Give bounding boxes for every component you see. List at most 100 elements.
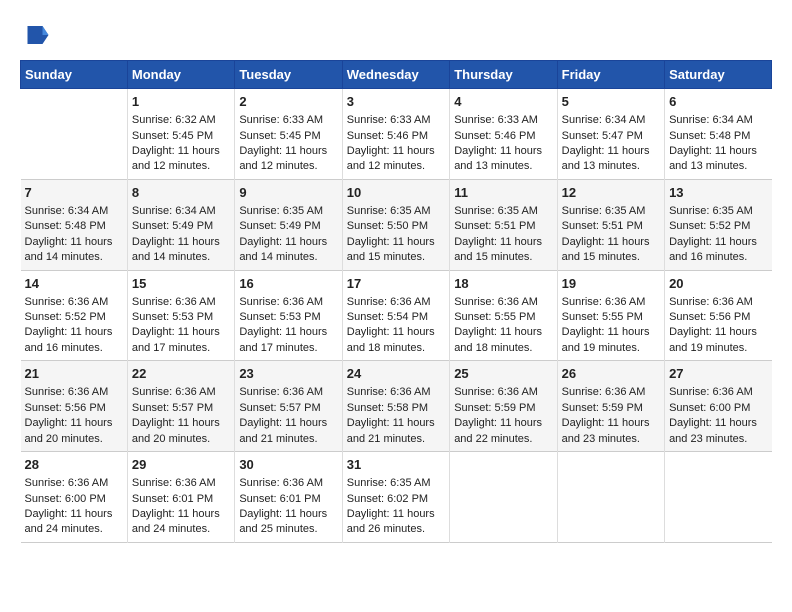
day-number: 3 [347, 93, 445, 111]
week-row-4: 21Sunrise: 6:36 AM Sunset: 5:56 PM Dayli… [21, 361, 772, 452]
cell-content: Sunrise: 6:34 AM Sunset: 5:48 PM Dayligh… [669, 114, 757, 172]
calendar-cell: 26 Sunrise: 6:36 AM Sunset: 5:59 PM Dayli… [557, 361, 664, 452]
cell-content: Sunrise: 6:36 AM Sunset: 5:59 PM Dayligh… [454, 386, 542, 444]
calendar-table: SundayMondayTuesdayWednesdayThursdayFrid… [20, 60, 772, 543]
day-number: 28 [25, 456, 123, 474]
cell-content: Sunrise: 6:36 AM Sunset: 6:01 PM Dayligh… [239, 477, 327, 535]
week-row-3: 14 Sunrise: 6:36 AM Sunset: 5:52 PM Dayli… [21, 270, 772, 361]
cell-content: Sunrise: 6:36 AM Sunset: 5:54 PM Dayligh… [347, 296, 435, 354]
column-header-sunday: Sunday [21, 61, 128, 89]
cell-content: Sunrise: 6:36 AM Sunset: 6:00 PM Dayligh… [669, 386, 757, 444]
day-number: 8 [132, 184, 230, 202]
calendar-cell: 12 Sunrise: 6:35 AM Sunset: 5:51 PM Dayli… [557, 179, 664, 270]
column-header-thursday: Thursday [450, 61, 557, 89]
calendar-cell: 22 Sunrise: 6:36 AM Sunset: 5:57 PM Dayli… [127, 361, 234, 452]
day-number: 18 [454, 275, 552, 293]
cell-content: Sunrise: 6:35 AM Sunset: 5:51 PM Dayligh… [562, 205, 650, 263]
day-number: 19 [562, 275, 660, 293]
cell-content: Sunrise: 6:33 AM Sunset: 5:46 PM Dayligh… [347, 114, 435, 172]
cell-content: Sunrise: 6:35 AM Sunset: 5:50 PM Dayligh… [347, 205, 435, 263]
calendar-cell: 9 Sunrise: 6:35 AM Sunset: 5:49 PM Daylig… [235, 179, 342, 270]
cell-content: Sunrise: 6:36 AM Sunset: 5:53 PM Dayligh… [132, 296, 220, 354]
day-number: 25 [454, 365, 552, 383]
day-number: 4 [454, 93, 552, 111]
calendar-cell: 4 Sunrise: 6:33 AM Sunset: 5:46 PM Daylig… [450, 89, 557, 180]
day-number: 15 [132, 275, 230, 293]
calendar-cell: 1Sunrise: 6:32 AM Sunset: 5:45 PM Daylig… [127, 89, 234, 180]
day-number: 12 [562, 184, 660, 202]
cell-content: Sunrise: 6:36 AM Sunset: 6:00 PM Dayligh… [25, 477, 113, 535]
cell-content: Sunrise: 6:32 AM Sunset: 5:45 PM Dayligh… [132, 114, 220, 172]
column-header-monday: Monday [127, 61, 234, 89]
cell-content: Sunrise: 6:36 AM Sunset: 6:01 PM Dayligh… [132, 477, 220, 535]
cell-content: Sunrise: 6:36 AM Sunset: 5:52 PM Dayligh… [25, 296, 113, 354]
calendar-cell: 21Sunrise: 6:36 AM Sunset: 5:56 PM Dayli… [21, 361, 128, 452]
day-number: 22 [132, 365, 230, 383]
calendar-cell: 16 Sunrise: 6:36 AM Sunset: 5:53 PM Dayli… [235, 270, 342, 361]
cell-content: Sunrise: 6:35 AM Sunset: 5:52 PM Dayligh… [669, 205, 757, 263]
cell-content: Sunrise: 6:35 AM Sunset: 5:51 PM Dayligh… [454, 205, 542, 263]
day-number: 7 [25, 184, 123, 202]
calendar-cell [21, 89, 128, 180]
calendar-cell: 31 Sunrise: 6:35 AM Sunset: 6:02 PM Dayli… [342, 452, 449, 543]
day-number: 21 [25, 365, 123, 383]
calendar-cell: 24 Sunrise: 6:36 AM Sunset: 5:58 PM Dayli… [342, 361, 449, 452]
calendar-cell [450, 452, 557, 543]
week-row-5: 28 Sunrise: 6:36 AM Sunset: 6:00 PM Dayli… [21, 452, 772, 543]
calendar-cell: 18 Sunrise: 6:36 AM Sunset: 5:55 PM Dayli… [450, 270, 557, 361]
calendar-header-row: SundayMondayTuesdayWednesdayThursdayFrid… [21, 61, 772, 89]
day-number: 30 [239, 456, 337, 474]
calendar-cell: 14 Sunrise: 6:36 AM Sunset: 5:52 PM Dayli… [21, 270, 128, 361]
calendar-cell: 8Sunrise: 6:34 AM Sunset: 5:49 PM Daylig… [127, 179, 234, 270]
logo [20, 20, 54, 50]
calendar-cell: 25 Sunrise: 6:36 AM Sunset: 5:59 PM Dayli… [450, 361, 557, 452]
calendar-cell: 19 Sunrise: 6:36 AM Sunset: 5:55 PM Dayli… [557, 270, 664, 361]
cell-content: Sunrise: 6:34 AM Sunset: 5:47 PM Dayligh… [562, 114, 650, 172]
calendar-cell: 7 Sunrise: 6:34 AM Sunset: 5:48 PM Daylig… [21, 179, 128, 270]
week-row-2: 7 Sunrise: 6:34 AM Sunset: 5:48 PM Daylig… [21, 179, 772, 270]
logo-icon [20, 20, 50, 50]
calendar-cell: 13Sunrise: 6:35 AM Sunset: 5:52 PM Dayli… [665, 179, 772, 270]
day-number: 24 [347, 365, 445, 383]
day-number: 26 [562, 365, 660, 383]
calendar-cell: 2 Sunrise: 6:33 AM Sunset: 5:45 PM Daylig… [235, 89, 342, 180]
column-header-tuesday: Tuesday [235, 61, 342, 89]
day-number: 20 [669, 275, 767, 293]
calendar-cell: 10 Sunrise: 6:35 AM Sunset: 5:50 PM Dayli… [342, 179, 449, 270]
calendar-cell: 3 Sunrise: 6:33 AM Sunset: 5:46 PM Daylig… [342, 89, 449, 180]
day-number: 2 [239, 93, 337, 111]
cell-content: Sunrise: 6:34 AM Sunset: 5:48 PM Dayligh… [25, 205, 113, 263]
cell-content: Sunrise: 6:33 AM Sunset: 5:46 PM Dayligh… [454, 114, 542, 172]
day-number: 29 [132, 456, 230, 474]
cell-content: Sunrise: 6:36 AM Sunset: 5:57 PM Dayligh… [239, 386, 327, 444]
page-header [20, 20, 772, 50]
calendar-cell: 30 Sunrise: 6:36 AM Sunset: 6:01 PM Dayli… [235, 452, 342, 543]
cell-content: Sunrise: 6:36 AM Sunset: 5:53 PM Dayligh… [239, 296, 327, 354]
week-row-1: 1Sunrise: 6:32 AM Sunset: 5:45 PM Daylig… [21, 89, 772, 180]
day-number: 10 [347, 184, 445, 202]
calendar-cell: 23 Sunrise: 6:36 AM Sunset: 5:57 PM Dayli… [235, 361, 342, 452]
cell-content: Sunrise: 6:36 AM Sunset: 5:55 PM Dayligh… [562, 296, 650, 354]
day-number: 27 [669, 365, 767, 383]
cell-content: Sunrise: 6:36 AM Sunset: 5:58 PM Dayligh… [347, 386, 435, 444]
calendar-cell: 11Sunrise: 6:35 AM Sunset: 5:51 PM Dayli… [450, 179, 557, 270]
calendar-cell: 6 Sunrise: 6:34 AM Sunset: 5:48 PM Daylig… [665, 89, 772, 180]
cell-content: Sunrise: 6:36 AM Sunset: 5:57 PM Dayligh… [132, 386, 220, 444]
calendar-cell: 29 Sunrise: 6:36 AM Sunset: 6:01 PM Dayli… [127, 452, 234, 543]
cell-content: Sunrise: 6:35 AM Sunset: 5:49 PM Dayligh… [239, 205, 327, 263]
day-number: 23 [239, 365, 337, 383]
day-number: 14 [25, 275, 123, 293]
day-number: 31 [347, 456, 445, 474]
calendar-cell: 20Sunrise: 6:36 AM Sunset: 5:56 PM Dayli… [665, 270, 772, 361]
cell-content: Sunrise: 6:33 AM Sunset: 5:45 PM Dayligh… [239, 114, 327, 172]
day-number: 16 [239, 275, 337, 293]
column-header-wednesday: Wednesday [342, 61, 449, 89]
calendar-cell: 15 Sunrise: 6:36 AM Sunset: 5:53 PM Dayli… [127, 270, 234, 361]
cell-content: Sunrise: 6:35 AM Sunset: 6:02 PM Dayligh… [347, 477, 435, 535]
day-number: 6 [669, 93, 767, 111]
day-number: 17 [347, 275, 445, 293]
cell-content: Sunrise: 6:36 AM Sunset: 5:55 PM Dayligh… [454, 296, 542, 354]
day-number: 9 [239, 184, 337, 202]
cell-content: Sunrise: 6:36 AM Sunset: 5:59 PM Dayligh… [562, 386, 650, 444]
calendar-cell [665, 452, 772, 543]
